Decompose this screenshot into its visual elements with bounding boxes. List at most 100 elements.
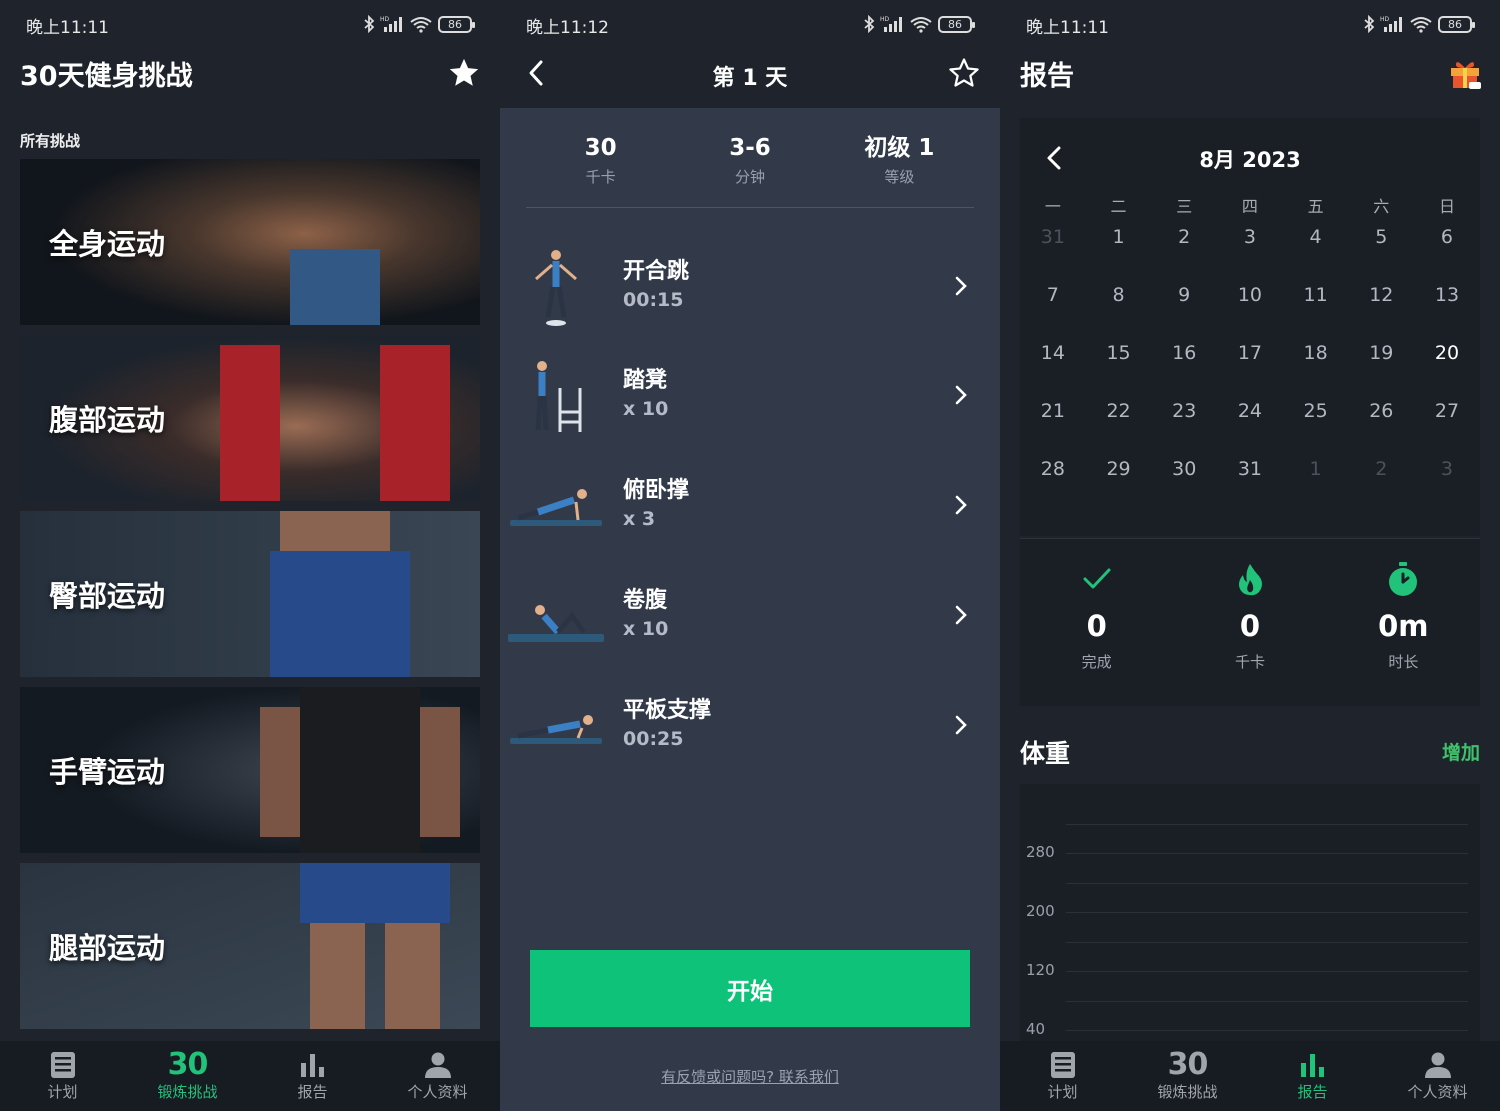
challenge-card-abs[interactable]: 腹部运动 [20,335,480,501]
wifi-icon [410,17,432,33]
star-outline-icon[interactable] [947,56,981,90]
exercise-row[interactable]: 踏凳 x 10 [500,342,1000,448]
calendar-day[interactable]: 24 [1217,396,1283,454]
weekday: 三 [1176,197,1193,216]
chevron-right-icon [955,715,967,735]
stat-minutes: 3-6 分钟 [675,132,824,207]
calendar-day[interactable]: 17 [1217,338,1283,396]
tab-report[interactable]: 报告 [1250,1041,1375,1111]
bar-chart-icon [1300,1054,1324,1077]
battery-icon: 86 [1438,15,1475,33]
calendar-day[interactable]: 8 [1086,280,1152,338]
signal-icon: HD [1380,16,1402,32]
weekday: 四 [1241,197,1258,216]
challenge-card-arms[interactable]: 手臂运动 [20,687,480,853]
bluetooth-icon [1364,15,1375,33]
list-icon [50,1052,75,1078]
flame-icon [1238,564,1262,596]
calendar-day[interactable]: 18 [1283,338,1349,396]
calendar-day[interactable]: 1 [1283,454,1349,512]
calendar-day[interactable]: 19 [1348,338,1414,396]
calendar-day[interactable]: 25 [1283,396,1349,454]
stat-label: 等级 [884,168,915,186]
tab-profile[interactable]: 个人资料 [1375,1041,1500,1111]
calendar-day[interactable]: 11 [1283,280,1349,338]
tab-challenge[interactable]: 30 锻炼挑战 [125,1041,250,1111]
calendar-day[interactable]: 26 [1348,396,1414,454]
tab-plan[interactable]: 计划 [1000,1041,1125,1111]
calendar-day[interactable]: 21 [1020,396,1086,454]
tab-report[interactable]: 报告 [250,1041,375,1111]
section-heading: 所有挑战 [20,132,81,150]
calendar-day[interactable]: 30 [1151,454,1217,512]
start-button[interactable]: 开始 [530,950,970,1027]
calendar-day[interactable]: 15 [1086,338,1152,396]
calendar-day[interactable]: 6 [1414,222,1480,280]
tab-plan[interactable]: 计划 [0,1041,125,1111]
check-icon [1083,568,1111,589]
calendar-day[interactable]: 10 [1217,280,1283,338]
stat-label: 千卡 [585,168,616,186]
calendar-day[interactable]: 4 [1283,222,1349,280]
status-bar: 晚上11:11 HD 86 [1000,0,1500,48]
grid-line [1066,824,1468,825]
calendar-week: 14 15 16 17 18 19 20 [1020,338,1480,396]
gift-icon[interactable] [1448,56,1482,90]
summary-value: 0 [1239,609,1261,643]
calendar-day[interactable]: 9 [1151,280,1217,338]
challenge-card-full-body[interactable]: 全身运动 [20,159,480,325]
calendar-week: 7 8 9 10 11 12 13 [1020,280,1480,338]
calendar-day[interactable]: 5 [1348,222,1414,280]
calendar-day[interactable]: 31 [1020,222,1086,280]
calendar-day[interactable]: 31 [1217,454,1283,512]
bottom-tab-bar: 计划 30 锻炼挑战 报告 个人资料 [1000,1041,1500,1111]
stat-level: 初级 1 等级 [825,132,974,207]
card-label: 手臂运动 [49,755,166,789]
exercise-row[interactable]: 开合跳 00:15 [500,233,1000,339]
add-weight-button[interactable]: 增加 [1442,738,1480,765]
feedback-link[interactable]: 有反馈或问题吗? 联系我们 [500,1066,1000,1087]
calendar-day[interactable]: 13 [1414,280,1480,338]
grid-line [1066,912,1468,913]
tab-profile[interactable]: 个人资料 [375,1041,500,1111]
calendar-day[interactable]: 29 [1086,454,1152,512]
calendar-day[interactable]: 2 [1348,454,1414,512]
challenges-screen: 晚上11:11 HD 86 30天健身挑战 所有挑战 全身运动 腹部运动 臀部运… [0,0,500,1111]
calendar-day[interactable]: 3 [1414,454,1480,512]
push-up-figure [510,489,602,526]
stat-calories: 30 千卡 [526,132,675,207]
wifi-icon [1410,17,1432,33]
status-time: 晚上11:11 [1026,18,1109,38]
calendar-day[interactable]: 23 [1151,396,1217,454]
exercise-row[interactable]: 平板支撑 00:25 [500,672,1000,778]
star-filled-icon[interactable] [446,56,482,90]
bar-chart-icon [300,1054,324,1077]
calendar-week: 28 29 30 31 1 2 3 [1020,454,1480,512]
calendar-day[interactable]: 3 [1217,222,1283,280]
challenge-card-glutes[interactable]: 臀部运动 [20,511,480,677]
challenge-card-legs[interactable]: 腿部运动 [20,863,480,1029]
page-title: 报告 [1020,61,1074,92]
calendar-day[interactable]: 22 [1086,396,1152,454]
calendar-day[interactable]: 16 [1151,338,1217,396]
svg-text:HD: HD [380,16,390,23]
tab-challenge[interactable]: 30 锻炼挑战 [1125,1041,1250,1111]
calendar-day[interactable]: 1 [1086,222,1152,280]
calendar-day[interactable]: 2 [1151,222,1217,280]
calendar-day[interactable]: 14 [1020,338,1086,396]
calendar-day[interactable]: 20 [1414,338,1480,396]
exercise-quantity: x 10 [623,398,669,420]
calendar-day[interactable]: 7 [1020,280,1086,338]
calendar-day[interactable]: 28 [1020,454,1086,512]
chevron-right-icon [955,605,967,625]
summary-duration: 0m 时长 [1327,539,1480,706]
weight-tick: 40 [1026,1020,1046,1038]
svg-text:HD: HD [1380,16,1390,23]
calendar-week: 31 1 2 3 4 5 6 [1020,222,1480,280]
exercise-row[interactable]: 俯卧撑 x 3 [500,452,1000,558]
status-bar: 晚上11:12 HD 86 [500,0,1000,48]
calendar-day[interactable]: 12 [1348,280,1414,338]
exercise-row[interactable]: 卷腹 x 10 [500,562,1000,668]
svg-text:HD: HD [880,16,890,23]
calendar-day[interactable]: 27 [1414,396,1480,454]
